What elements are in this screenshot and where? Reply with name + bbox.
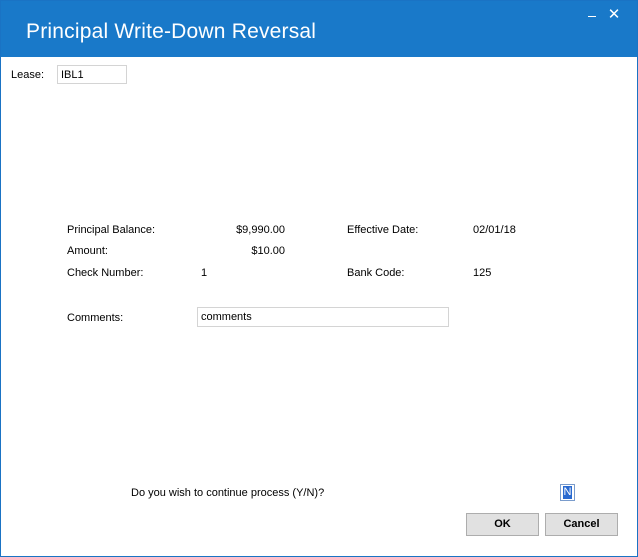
continue-prompt: Do you wish to continue process (Y/N)? xyxy=(131,487,325,499)
minimize-icon xyxy=(588,16,596,17)
lease-label: Lease: xyxy=(11,69,45,81)
bank-code-label: Bank Code: xyxy=(347,267,405,279)
amount-label: Amount: xyxy=(67,245,108,257)
bank-code-value: 125 xyxy=(473,267,492,279)
comments-label: Comments: xyxy=(67,312,124,324)
cancel-button[interactable]: Cancel xyxy=(545,513,618,536)
close-button[interactable]: ✕ xyxy=(606,7,622,23)
amount-value: $10.00 xyxy=(251,245,285,257)
comments-input[interactable]: comments xyxy=(197,307,449,327)
dialog-window: Principal Write-Down Reversal ✕ Lease: I… xyxy=(0,0,638,557)
continue-answer-input[interactable]: N xyxy=(560,484,575,501)
close-icon: ✕ xyxy=(607,6,621,23)
minimize-button[interactable] xyxy=(584,7,600,23)
check-number-value: 1 xyxy=(201,267,208,279)
effective-date-label: Effective Date: xyxy=(347,224,419,236)
lease-input[interactable]: IBL1 xyxy=(57,65,127,84)
principal-balance-label: Principal Balance: xyxy=(67,224,156,236)
title-bar: Principal Write-Down Reversal ✕ xyxy=(1,1,637,57)
effective-date-value: 02/01/18 xyxy=(473,224,516,236)
principal-balance-value: $9,990.00 xyxy=(236,224,285,236)
ok-button[interactable]: OK xyxy=(466,513,539,536)
continue-answer-value: N xyxy=(563,486,572,499)
check-number-label: Check Number: xyxy=(67,267,144,279)
dialog-title: Principal Write-Down Reversal xyxy=(26,20,317,43)
